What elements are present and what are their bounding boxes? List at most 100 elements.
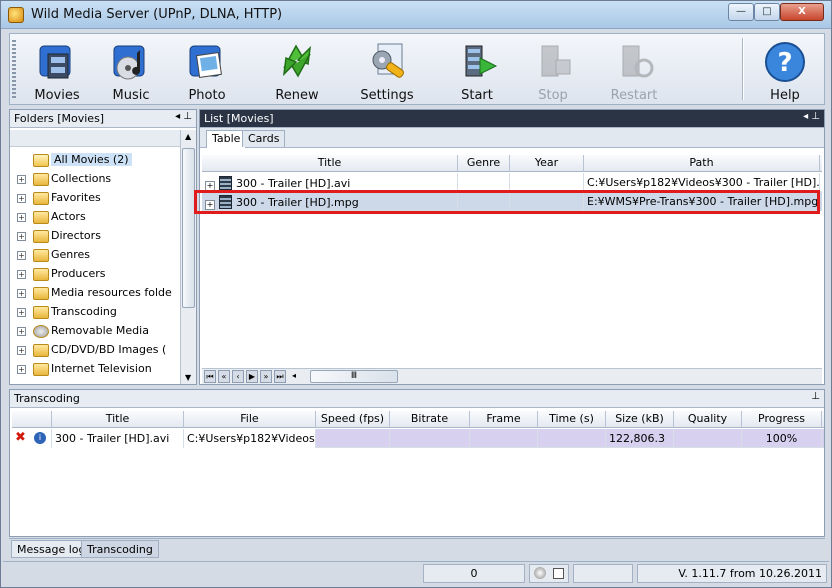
toolbar: Movies Music Photo Renew Settings Start … <box>9 33 825 105</box>
settings-button[interactable]: Settings <box>352 36 422 103</box>
column-time[interactable]: Time (s) <box>538 411 606 428</box>
scroll-left-icon[interactable]: ◂ <box>292 371 300 383</box>
tab-message-log[interactable]: Message log <box>11 540 92 558</box>
tree-item-removable-media[interactable]: + Removable Media <box>13 322 181 341</box>
folders-pane-title: Folders [Movies] <box>14 112 105 125</box>
main-window: Wild Media Server (UPnP, DLNA, HTTP) — □… <box>0 0 832 588</box>
photo-label: Photo <box>188 88 226 103</box>
tree-item-directors[interactable]: + Directors <box>13 227 181 246</box>
bottom-tabs: Message log Transcoding <box>9 538 825 558</box>
tab-cards[interactable]: Cards <box>242 130 286 147</box>
stop-button[interactable]: Stop <box>520 36 586 103</box>
tree-item-actors[interactable]: + Actors <box>13 208 181 227</box>
expand-icon[interactable]: + <box>17 251 26 260</box>
pin-icon[interactable]: ⊥ <box>811 391 820 402</box>
expand-icon[interactable]: + <box>17 175 26 184</box>
prev-record-icon[interactable]: ‹ <box>232 370 244 383</box>
expand-icon[interactable]: + <box>17 327 26 336</box>
expand-icon[interactable]: + <box>17 365 26 374</box>
minimize-button[interactable]: — <box>728 3 754 21</box>
transcode-quality <box>674 429 742 448</box>
scroll-down-icon[interactable]: ▼ <box>185 373 191 382</box>
start-button[interactable]: Start <box>442 36 512 103</box>
status-empty <box>573 564 633 583</box>
tab-table[interactable]: Table <box>206 130 247 148</box>
restart-label: Restart <box>610 88 658 103</box>
globe-folder-icon <box>33 363 49 376</box>
restart-button[interactable]: Restart <box>594 36 674 103</box>
expand-icon[interactable]: + <box>17 346 26 355</box>
column-frame[interactable]: Frame <box>470 411 538 428</box>
list-navigator-bar: ⏮ « ‹ ▶ » ⏭ ◂ Ⅲ <box>202 368 822 384</box>
help-button[interactable]: ? Help <box>752 36 818 103</box>
tree-item-collections[interactable]: + Collections <box>13 170 181 189</box>
tree-item-all-movies[interactable]: All Movies (2) <box>13 151 181 170</box>
star-folder-icon <box>33 192 49 205</box>
settings-label: Settings <box>360 88 414 103</box>
column-bitrate[interactable]: Bitrate (kBits/s) <box>390 411 470 441</box>
renew-label: Renew <box>275 88 319 103</box>
tree-item-genres[interactable]: + Genres <box>13 246 181 265</box>
close-button[interactable]: X <box>780 3 824 21</box>
next-record-icon[interactable]: ▶ <box>246 370 258 383</box>
stop-icon <box>530 38 576 84</box>
column-path[interactable]: Path <box>584 155 820 172</box>
column-title[interactable]: Title <box>202 155 458 172</box>
renew-button[interactable]: Renew <box>262 36 332 103</box>
list-hscroll-thumb[interactable]: Ⅲ <box>310 370 398 383</box>
title-bar: Wild Media Server (UPnP, DLNA, HTTP) — □… <box>1 1 831 29</box>
transcoding-row[interactable]: ✖ i 300 - Trailer [HD].avi C:¥Users¥p182… <box>12 429 824 448</box>
folders-vertical-scrollbar[interactable]: ▲ ▼ <box>180 130 196 384</box>
pin-icon[interactable]: ◂ ⊥ <box>175 111 192 122</box>
column-genre[interactable]: Genre <box>458 155 510 172</box>
transcode-time <box>538 429 606 448</box>
expand-icon[interactable]: + <box>17 308 26 317</box>
column-year[interactable]: Year <box>510 155 584 172</box>
expand-icon[interactable]: + <box>17 194 26 203</box>
transcode-title: 300 - Trailer [HD].avi <box>52 429 184 448</box>
photo-icon <box>184 38 230 84</box>
prev-page-icon[interactable]: « <box>218 370 230 383</box>
info-icon[interactable]: i <box>34 432 46 444</box>
tree-item-producers[interactable]: + Producers <box>13 265 181 284</box>
column-title[interactable]: Title <box>52 411 184 428</box>
tree-item-favorites[interactable]: + Favorites <box>13 189 181 208</box>
movies-label: Movies <box>34 88 80 103</box>
tree-item-transcoding[interactable]: + Transcoding <box>13 303 181 322</box>
maximize-button[interactable]: □ <box>754 3 780 21</box>
next-page-icon[interactable]: » <box>260 370 272 383</box>
window-title: Wild Media Server (UPnP, DLNA, HTTP) <box>31 7 283 22</box>
tab-transcoding[interactable]: Transcoding <box>81 540 159 558</box>
movies-button[interactable]: Movies <box>24 36 90 103</box>
column-quality[interactable]: Quality <box>674 411 742 428</box>
folders-tree: All Movies (2) + Collections + Favorites +… <box>13 151 181 383</box>
film-icon <box>219 176 232 190</box>
pin-icon[interactable]: ◂ ⊥ <box>803 111 820 122</box>
tree-item-cd-dvd-bd-images[interactable]: + CD/DVD/BD Images ( <box>13 341 181 360</box>
expand-icon[interactable]: + <box>17 213 26 222</box>
cancel-icon[interactable]: ✖ <box>15 430 26 445</box>
first-record-icon[interactable]: ⏮ <box>204 370 216 383</box>
folder-icon <box>33 173 49 186</box>
column-progress[interactable]: Progress <box>742 411 822 428</box>
photo-button[interactable]: Photo <box>174 36 240 103</box>
start-label: Start <box>461 88 493 103</box>
transcode-file: C:¥Users¥p182¥Videos¥30 <box>184 429 316 448</box>
renew-icon <box>274 38 320 84</box>
scroll-up-icon[interactable]: ▲ <box>185 132 191 141</box>
expand-icon[interactable]: + <box>17 232 26 241</box>
tree-item-media-resources[interactable]: + Media resources folde <box>13 284 181 303</box>
toolbar-grip[interactable] <box>12 40 16 98</box>
music-button[interactable]: Music <box>98 36 164 103</box>
column-speed[interactable]: Speed (fps) <box>316 411 390 428</box>
folders-scroll-thumb[interactable] <box>182 148 195 308</box>
column-file[interactable]: File <box>184 411 316 428</box>
expand-icon[interactable]: + <box>17 289 26 298</box>
checkbox[interactable] <box>552 568 564 579</box>
column-size[interactable]: Size (kB) <box>606 411 674 428</box>
last-record-icon[interactable]: ⏭ <box>274 370 286 383</box>
transcoding-grid-header: Title File Speed (fps) Bitrate (kBits/s)… <box>12 411 824 441</box>
tree-item-internet-television[interactable]: + Internet Television <box>13 360 181 379</box>
app-icon <box>8 7 24 23</box>
expand-icon[interactable]: + <box>17 270 26 279</box>
